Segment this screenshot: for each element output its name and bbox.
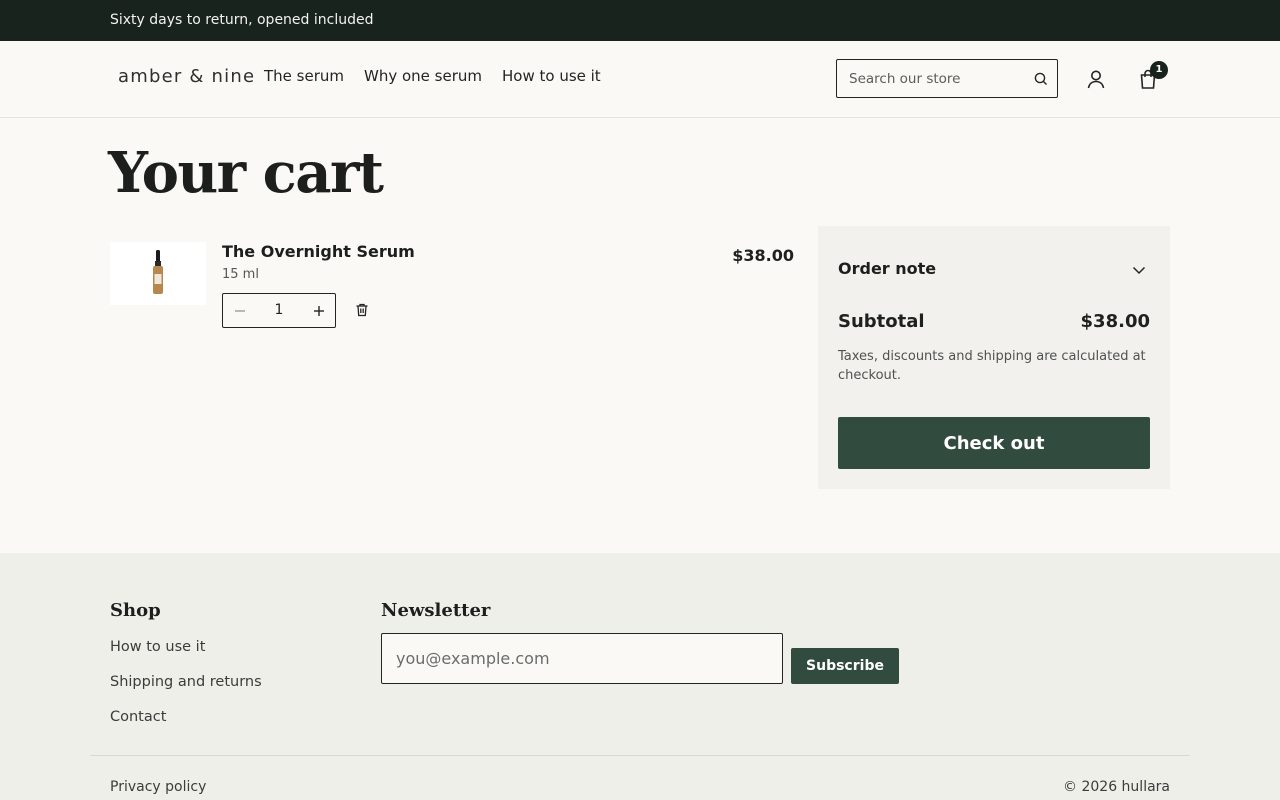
site-footer: Shop How to use it Shipping and returns …: [0, 553, 1280, 800]
announcement-bar: Sixty days to return, opened included: [0, 0, 1280, 41]
order-summary: Order note Subtotal $38.00 Taxes, discou…: [818, 226, 1170, 489]
site-header: amber & nine The serum Why one serum How…: [0, 41, 1280, 118]
footer-newsletter-heading: Newsletter: [381, 600, 491, 621]
order-note-toggle[interactable]: Order note: [838, 259, 936, 278]
newsletter-email-input[interactable]: [381, 633, 783, 684]
checkout-button[interactable]: Check out: [838, 417, 1150, 469]
quantity-stepper: 1: [222, 293, 336, 328]
footer-link-how-to-use[interactable]: How to use it: [110, 639, 205, 655]
nav-item-why-one-serum[interactable]: Why one serum: [364, 67, 482, 85]
footer-divider: [90, 755, 1190, 756]
footer-link-shipping-returns[interactable]: Shipping and returns: [110, 674, 262, 690]
account-icon[interactable]: [1085, 68, 1107, 90]
cart-item-price: $38.00: [732, 246, 794, 265]
store-logo[interactable]: amber & nine: [118, 66, 255, 87]
nav-item-how-to-use[interactable]: How to use it: [502, 67, 601, 85]
copyright-text: © 2026 hullara: [1063, 779, 1170, 795]
serum-bottle-icon: [153, 250, 163, 294]
chevron-down-icon[interactable]: [1130, 261, 1148, 279]
product-thumbnail[interactable]: [110, 242, 206, 305]
search-box: [836, 59, 1058, 98]
subscribe-button[interactable]: Subscribe: [791, 648, 899, 684]
subtotal-label: Subtotal: [838, 311, 925, 332]
privacy-policy-link[interactable]: Privacy policy: [110, 779, 206, 795]
search-icon[interactable]: [1033, 71, 1049, 87]
nav-item-the-serum[interactable]: The serum: [264, 67, 344, 85]
cart-item-name[interactable]: The Overnight Serum: [222, 242, 415, 261]
footer-link-contact[interactable]: Contact: [110, 709, 166, 725]
cart-item-variant: 15 ml: [222, 267, 259, 282]
main-nav: The serum Why one serum How to use it: [264, 67, 601, 85]
footer-shop-heading: Shop: [110, 600, 161, 621]
search-input[interactable]: [837, 60, 1027, 97]
increase-quantity-icon[interactable]: [310, 302, 328, 320]
remove-item-trash-icon[interactable]: [354, 302, 370, 318]
subtotal-value: $38.00: [1080, 311, 1150, 332]
cart-count-badge: 1: [1150, 61, 1168, 79]
tax-shipping-note: Taxes, discounts and shipping are calcul…: [838, 349, 1146, 383]
page-title: Your cart: [108, 140, 384, 206]
